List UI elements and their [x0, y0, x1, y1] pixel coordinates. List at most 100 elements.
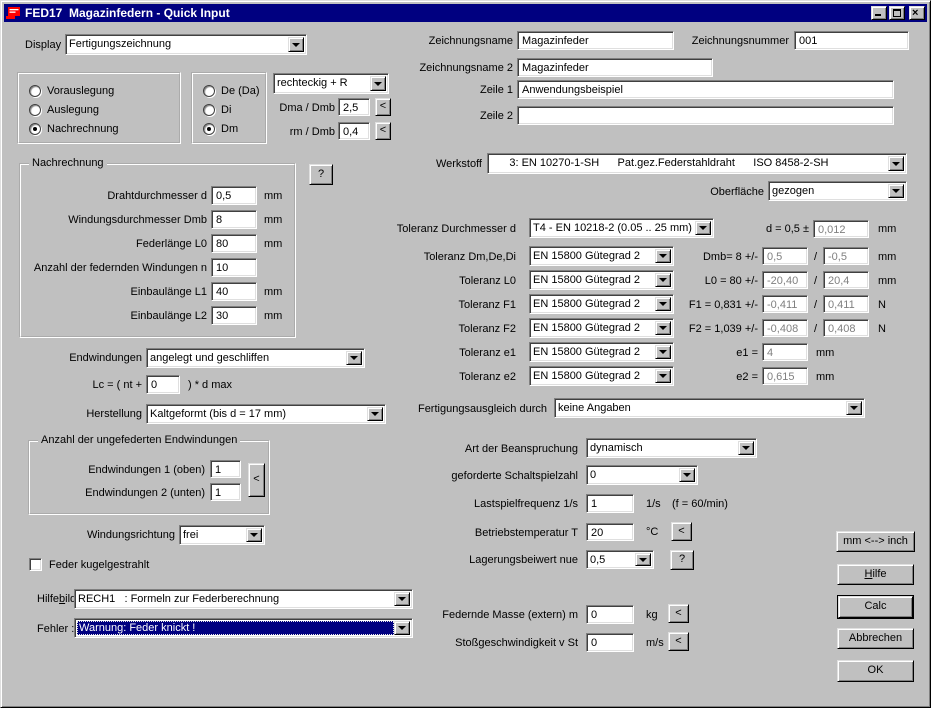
betriebstemperatur-prev-button[interactable]: <: [671, 522, 692, 541]
chevron-down-icon[interactable]: [888, 184, 904, 198]
display-label: Display: [25, 39, 61, 52]
close-icon: ×: [912, 7, 918, 19]
zeile2-input[interactable]: [517, 106, 894, 125]
dma-dmb-input[interactable]: 2,5: [338, 98, 370, 116]
windungsdurchmesser-label: Windungsdurchmesser Dmb: [23, 214, 207, 227]
herstellung-combo[interactable]: Kaltgeformt (bis d = 17 mm): [146, 404, 386, 424]
toleranz-e1-combo[interactable]: EN 15800 Gütegrad 2: [529, 342, 674, 362]
chevron-down-icon[interactable]: [679, 468, 695, 482]
minimize-button[interactable]: [871, 6, 887, 20]
chevron-down-icon[interactable]: [655, 345, 671, 359]
chevron-down-icon[interactable]: [288, 37, 304, 52]
schaltspielzahl-combo[interactable]: 0: [586, 465, 698, 485]
lc-formula-suffix: ) * d max: [188, 379, 232, 392]
chevron-down-icon[interactable]: [888, 156, 904, 171]
hilfebild-combo[interactable]: RECH1 : Formeln zur Federberechnung: [74, 589, 413, 609]
radio-auslegung[interactable]: Auslegung: [29, 104, 99, 116]
zeichnungsname-input[interactable]: Magazinfeder: [517, 31, 674, 50]
wire-section-combo[interactable]: rechteckig + R: [273, 73, 389, 94]
chevron-down-icon[interactable]: [394, 592, 410, 606]
abbrechen-button[interactable]: Abbrechen: [837, 628, 914, 649]
toleranz-e2-combo[interactable]: EN 15800 Gütegrad 2: [529, 366, 674, 386]
oberflaeche-combo[interactable]: gezogen: [768, 181, 907, 201]
fehler-value: Warnung: Feder knickt !: [77, 621, 394, 635]
lastspielfrequenz-input[interactable]: 1: [586, 494, 634, 513]
endwindungen-combo[interactable]: angelegt und geschliffen: [146, 348, 365, 368]
ok-button[interactable]: OK: [837, 660, 914, 682]
chevron-down-icon[interactable]: [738, 441, 754, 455]
help-question-button[interactable]: ?: [309, 164, 333, 185]
chevron-down-icon[interactable]: [635, 553, 651, 566]
mm-inch-button[interactable]: mm <--> inch: [836, 531, 915, 552]
chevron-down-icon[interactable]: [655, 297, 671, 311]
radio-nachrechnung[interactable]: Nachrechnung: [29, 123, 119, 135]
radio-di[interactable]: Di: [203, 104, 231, 116]
einbaulaenge2-input[interactable]: 30: [211, 306, 257, 325]
lagerungsbeiwert-combo[interactable]: 0,5: [586, 550, 654, 569]
chevron-down-icon[interactable]: [695, 221, 711, 235]
toleranz-dm-combo[interactable]: EN 15800 Gütegrad 2: [529, 246, 674, 266]
toleranz-f1-combo[interactable]: EN 15800 Gütegrad 2: [529, 294, 674, 314]
endwindungen-label: Endwindungen: [41, 352, 142, 365]
toleranz-f2-combo[interactable]: EN 15800 Gütegrad 2: [529, 318, 674, 338]
radio-icon: [29, 85, 41, 97]
betriebstemperatur-input[interactable]: 20: [586, 523, 634, 541]
rm-dmb-input[interactable]: 0,4: [338, 122, 370, 140]
federlaenge-input[interactable]: 80: [211, 234, 257, 253]
radio-vorauslegung[interactable]: Vorauslegung: [29, 85, 114, 97]
toleranz-d-combo[interactable]: T4 - EN 10218-2 (0.05 .. 25 mm): [529, 218, 714, 238]
chevron-down-icon[interactable]: [655, 249, 671, 263]
betriebstemperatur-label: Betriebstemperatur T: [456, 527, 578, 540]
zeichnungsnummer-input[interactable]: 001: [794, 31, 909, 50]
federnde-masse-prev-button[interactable]: <: [668, 604, 689, 623]
stossgeschwindigkeit-prev-button[interactable]: <: [668, 632, 689, 651]
toleranz-l0-combo-value: EN 15800 Gütegrad 2: [533, 274, 654, 287]
werkstoff-value: 3: EN 10270-1-SH Pat.gez.Federstahldraht…: [491, 157, 887, 171]
windungsdurchmesser-input[interactable]: 8: [211, 210, 257, 229]
zeile1-input[interactable]: Anwendungsbeispiel: [517, 80, 894, 99]
fehler-combo[interactable]: Warnung: Feder knickt !: [74, 618, 413, 638]
chevron-down-icon[interactable]: [346, 351, 362, 365]
chevron-down-icon[interactable]: [394, 621, 410, 635]
calc-button[interactable]: Calc: [838, 596, 913, 618]
rm-dmb-prev-button[interactable]: <: [375, 122, 391, 140]
unit-label: °C: [646, 526, 658, 539]
endwindungen1-input[interactable]: 1: [210, 460, 241, 478]
chevron-down-icon[interactable]: [655, 273, 671, 287]
endwindungen2-input[interactable]: 1: [210, 483, 241, 501]
zeichnungsname-label: Zeichnungsname: [421, 35, 513, 48]
zeichnungsnummer-label: Zeichnungsnummer: [687, 35, 789, 48]
beanspruchung-combo[interactable]: dynamisch: [586, 438, 757, 458]
lc-formula-prefix: Lc = ( nt +: [41, 379, 142, 392]
chevron-down-icon[interactable]: [846, 401, 862, 415]
einbaulaenge1-input[interactable]: 40: [211, 282, 257, 301]
close-button[interactable]: ×: [909, 6, 925, 20]
chevron-down-icon[interactable]: [246, 528, 262, 542]
chevron-down-icon[interactable]: [655, 321, 671, 335]
werkstoff-combo[interactable]: 3: EN 10270-1-SH Pat.gez.Federstahldraht…: [487, 153, 907, 174]
titlebar[interactable]: FED17 Magazinfedern - Quick Input ×: [4, 4, 927, 22]
maximize-button[interactable]: [889, 6, 905, 20]
hilfe-button[interactable]: Hilfe: [837, 564, 914, 585]
kugelgestrahlt-checkbox[interactable]: [29, 558, 42, 571]
chevron-down-icon[interactable]: [655, 369, 671, 383]
toleranz-l0-combo[interactable]: EN 15800 Gütegrad 2: [529, 270, 674, 290]
display-combo[interactable]: Fertigungszeichnung: [65, 34, 307, 55]
windungsrichtung-combo[interactable]: frei: [179, 525, 265, 545]
lc-input[interactable]: 0: [146, 375, 180, 394]
zeichnungsname2-input[interactable]: Magazinfeder: [517, 58, 713, 77]
lagerungsbeiwert-help-button[interactable]: ?: [670, 550, 694, 570]
end-coils-prev-button[interactable]: <: [248, 463, 265, 497]
radio-icon: [29, 123, 41, 135]
end-coils-group: Anzahl der ungefederten Endwindungen End…: [28, 440, 270, 515]
radio-de-da[interactable]: De (Da): [203, 85, 260, 97]
fertigungsausgleich-combo[interactable]: keine Angaben: [554, 398, 865, 418]
windungen-n-input[interactable]: 10: [211, 258, 257, 277]
drahtdurchmesser-input[interactable]: 0,5: [211, 186, 257, 205]
dma-dmb-prev-button[interactable]: <: [375, 98, 391, 116]
radio-dm[interactable]: Dm: [203, 123, 238, 135]
chevron-down-icon[interactable]: [367, 407, 383, 421]
stossgeschwindigkeit-input[interactable]: 0: [586, 633, 634, 652]
federnde-masse-input[interactable]: 0: [586, 605, 634, 624]
chevron-down-icon[interactable]: [370, 76, 386, 91]
